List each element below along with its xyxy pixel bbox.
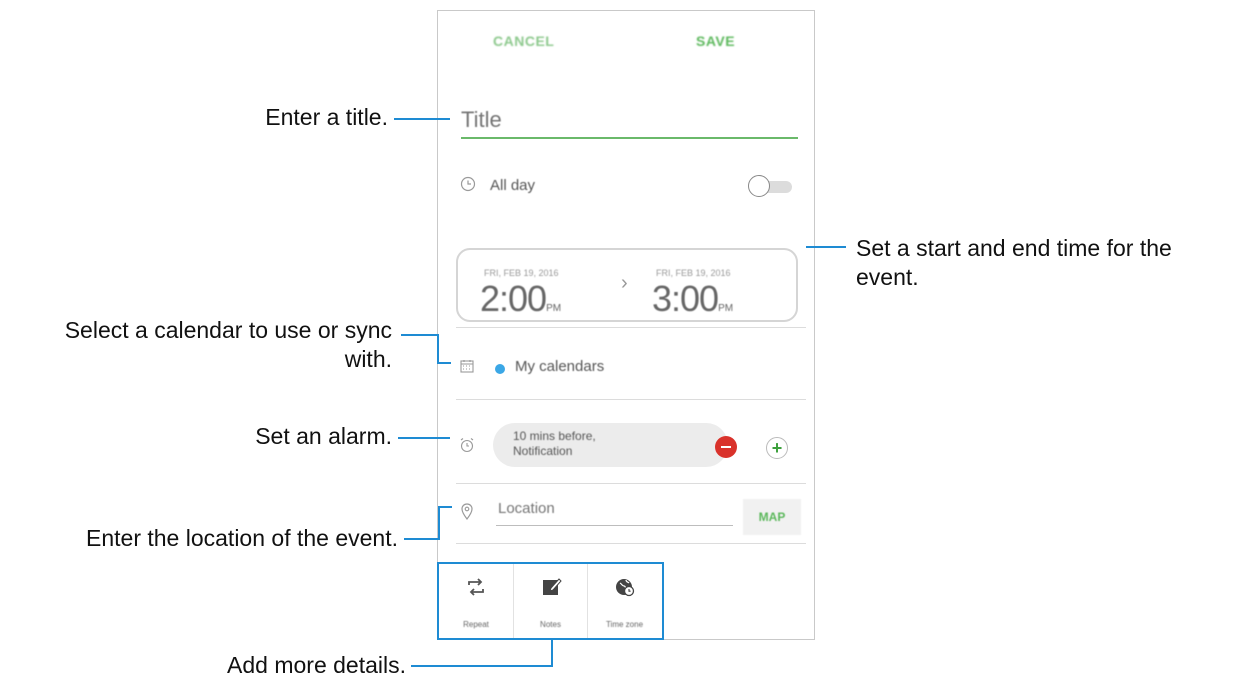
repeat-button[interactable]: Repeat	[439, 564, 513, 638]
title-field[interactable]	[461, 103, 798, 139]
callout-details: Add more details.	[227, 652, 406, 678]
time-range-box[interactable]: FRI, FEB 19, 2016 2:00PM › FRI, FEB 19, …	[456, 248, 798, 322]
start-date: FRI, FEB 19, 2016	[484, 268, 559, 278]
callout-line-calendar-h	[401, 334, 439, 336]
repeat-label: Repeat	[463, 620, 489, 629]
start-time-value: 2:00	[480, 278, 547, 319]
end-time-value: 3:00	[652, 278, 719, 319]
callout-line-calendar-h2	[437, 362, 451, 364]
time-zone-button[interactable]: Time zone	[587, 564, 661, 638]
save-button[interactable]: SAVE	[696, 33, 735, 49]
callout-line-location-h2	[438, 506, 452, 508]
alarm-line-2: Notification	[513, 444, 573, 458]
callout-calendar-line-1: Select a calendar to use or sync	[64, 317, 392, 343]
start-time[interactable]: 2:00PM	[480, 278, 561, 320]
callout-calendar: Select a calendar to use or sync with.	[65, 316, 392, 374]
callout-calendar-line-2: with.	[344, 346, 392, 372]
callout-line-location-v	[438, 506, 440, 540]
repeat-icon	[468, 578, 484, 596]
callout-line-title	[394, 118, 450, 120]
event-editor-screen: CANCEL SAVE All day FRI, FEB 19, 2016 2:…	[437, 10, 815, 640]
calendar-icon	[460, 359, 474, 376]
divider	[456, 543, 806, 544]
clock-icon	[460, 176, 476, 195]
callout-line-details-h	[411, 665, 553, 667]
callout-line-details-v	[551, 640, 553, 667]
alarm-reminder[interactable]: 10 mins before, Notification	[493, 423, 737, 467]
end-ampm: PM	[718, 303, 734, 314]
divider	[456, 399, 806, 400]
callout-line-alarm	[398, 437, 450, 439]
callout-title: Enter a title.	[265, 104, 388, 130]
cancel-button[interactable]: CANCEL	[493, 33, 554, 49]
toggle-knob	[748, 175, 770, 197]
callout-location: Enter the location of the event.	[86, 525, 398, 551]
remove-alarm-button[interactable]	[715, 436, 737, 458]
alarm-text: 10 mins before, Notification	[513, 429, 596, 459]
callout-time: Set a start and end time for the event.	[856, 234, 1172, 292]
callout-line-time	[806, 246, 846, 248]
end-date: FRI, FEB 19, 2016	[656, 268, 731, 278]
alarm-line-1: 10 mins before,	[513, 429, 596, 443]
location-pin-icon	[460, 503, 474, 524]
add-alarm-button[interactable]: +	[766, 437, 788, 459]
alarm-clock-icon	[459, 437, 475, 456]
callout-time-line-1: Set a start and end time for the	[856, 235, 1172, 261]
divider	[456, 327, 806, 328]
callout-line-calendar-v	[437, 334, 439, 364]
calendar-selector[interactable]: My calendars	[515, 358, 604, 375]
map-button[interactable]: MAP	[743, 499, 801, 535]
time-zone-label: Time zone	[605, 620, 644, 629]
calendar-color-dot	[495, 364, 505, 374]
time-zone-icon	[616, 579, 635, 597]
end-time[interactable]: 3:00PM	[652, 278, 733, 320]
more-details-bar: Repeat Notes Time zone	[437, 562, 664, 640]
divider	[456, 483, 806, 484]
top-bar: CANCEL SAVE	[438, 11, 814, 75]
location-input[interactable]	[496, 499, 737, 518]
callout-alarm: Set an alarm.	[255, 423, 392, 449]
start-ampm: PM	[546, 303, 562, 314]
chevron-right-icon: ›	[621, 272, 628, 294]
all-day-toggle[interactable]	[748, 175, 796, 197]
notes-icon	[543, 578, 562, 595]
title-input[interactable]	[461, 103, 798, 137]
all-day-label: All day	[490, 177, 536, 194]
notes-button[interactable]: Notes	[513, 564, 587, 638]
location-field[interactable]	[496, 499, 737, 526]
notes-label: Notes	[540, 620, 561, 629]
callout-time-line-2: event.	[856, 264, 919, 290]
callout-line-location-h	[404, 538, 440, 540]
